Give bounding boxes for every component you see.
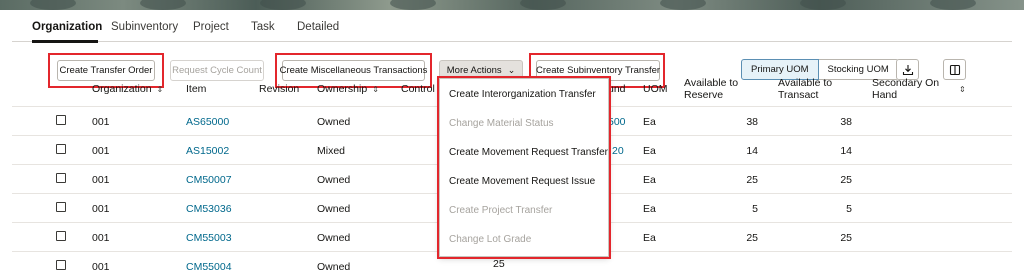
cell-available-to-reserve: 25 [746, 232, 758, 244]
column-header-organization[interactable]: Organization ⇕ [92, 83, 163, 96]
cell-uom: Ea [643, 232, 656, 244]
cell-uom: Ea [643, 174, 656, 186]
menu-item-create-movement-request-issue[interactable]: Create Movement Request Issue [449, 176, 595, 187]
cell-available-to-reserve: 14 [746, 145, 758, 157]
column-header-available-to-transact[interactable]: Available to Transact [778, 77, 832, 101]
cell-item-link[interactable]: CM53036 [186, 203, 232, 215]
cell-available-to-reserve: 25 [746, 174, 758, 186]
cell-item-link[interactable]: AS65000 [186, 116, 229, 128]
cell-on-hand-link[interactable]: 500 [608, 116, 626, 128]
cell-organization: 001 [92, 232, 110, 244]
cell-available-to-transact: 5 [846, 203, 852, 215]
cell-organization: 001 [92, 174, 110, 186]
cell-item-link[interactable]: CM55003 [186, 232, 232, 244]
cell-available-to-transact: 25 [840, 174, 852, 186]
cell-available-to-transact: 14 [840, 145, 852, 157]
request-cycle-count-button[interactable]: Request Cycle Count [170, 60, 264, 81]
cell-ownership: Owned [317, 203, 351, 215]
cell-uom: Ea [643, 145, 656, 157]
cell-available-to-reserve: 5 [752, 203, 758, 215]
cell-item-link[interactable]: AS15002 [186, 145, 229, 157]
row-checkbox[interactable] [56, 260, 66, 270]
cell-available-to-reserve: 38 [746, 116, 758, 128]
cell-ownership: Owned [317, 232, 351, 244]
create-misc-transactions-button[interactable]: Create Miscellaneous Transactions [280, 60, 427, 81]
menu-item-change-material-status[interactable]: Change Material Status [449, 118, 554, 129]
sort-icon: ⇕ [156, 85, 164, 94]
column-header-control[interactable]: Control [401, 83, 435, 95]
cell-organization: 001 [92, 116, 110, 128]
cell-item-link[interactable]: CM50007 [186, 174, 232, 186]
column-header-ownership[interactable]: Ownership ⇕ [317, 83, 379, 96]
row-checkbox[interactable] [56, 202, 66, 212]
cell-organization: 001 [92, 261, 110, 273]
cell-ownership: Mixed [317, 145, 346, 157]
tab-organization[interactable]: Organization [32, 21, 102, 33]
column-header-available-to-reserve[interactable]: Available to Reserve [684, 77, 738, 101]
column-header-on-hand[interactable]: und [608, 83, 626, 95]
column-header-revision[interactable]: Revision [259, 83, 299, 95]
cell-available-to-transact: 25 [840, 232, 852, 244]
cell-available-to-transact: 38 [840, 116, 852, 128]
cell-partial-value: 25 [493, 258, 505, 270]
content-card: Organization Subinventory Project Task D… [12, 10, 1012, 280]
columns-icon [949, 64, 960, 75]
create-transfer-order-button[interactable]: Create Transfer Order [57, 60, 155, 81]
sort-icon: ⇕ [372, 85, 379, 94]
active-tab-indicator [32, 40, 98, 43]
sort-icon[interactable]: ⇕ [954, 83, 966, 96]
chevron-down-icon: ⌄ [507, 65, 516, 75]
cell-ownership: Owned [317, 261, 351, 273]
column-header-item[interactable]: Item [186, 83, 206, 95]
download-icon [902, 64, 913, 75]
menu-item-create-interorganization-transfer[interactable]: Create Interorganization Transfer [449, 89, 596, 100]
row-checkbox[interactable] [56, 144, 66, 154]
cell-ownership: Owned [317, 116, 351, 128]
row-checkbox[interactable] [56, 231, 66, 241]
tab-detailed[interactable]: Detailed [297, 21, 339, 33]
cell-uom: Ea [643, 116, 656, 128]
more-actions-menu: Create Interorganization Transfer Change… [439, 78, 609, 257]
tab-subinventory[interactable]: Subinventory [111, 21, 178, 33]
cell-item-link[interactable]: CM55004 [186, 261, 232, 273]
menu-item-change-lot-grade[interactable]: Change Lot Grade [449, 234, 531, 245]
row-checkbox[interactable] [56, 173, 66, 183]
cell-organization: 001 [92, 145, 110, 157]
menu-item-create-project-transfer[interactable]: Create Project Transfer [449, 205, 552, 216]
cell-on-hand-link[interactable]: 20 [612, 145, 624, 157]
cell-organization: 001 [92, 203, 110, 215]
view-tabs: Organization Subinventory Project Task D… [12, 10, 1012, 43]
cell-uom: Ea [643, 203, 656, 215]
manage-columns-button[interactable] [943, 59, 966, 80]
cell-ownership: Owned [317, 174, 351, 186]
tab-project[interactable]: Project [193, 21, 229, 33]
menu-item-create-movement-request-transfer[interactable]: Create Movement Request Transfer [449, 147, 608, 158]
column-header-secondary-on-hand[interactable]: Secondary On Hand [872, 77, 939, 101]
decorative-banner [0, 0, 1024, 10]
more-actions-label: More Actions [446, 65, 502, 76]
column-header-uom[interactable]: UOM [643, 83, 668, 95]
tab-task[interactable]: Task [251, 21, 275, 33]
row-checkbox[interactable] [56, 115, 66, 125]
